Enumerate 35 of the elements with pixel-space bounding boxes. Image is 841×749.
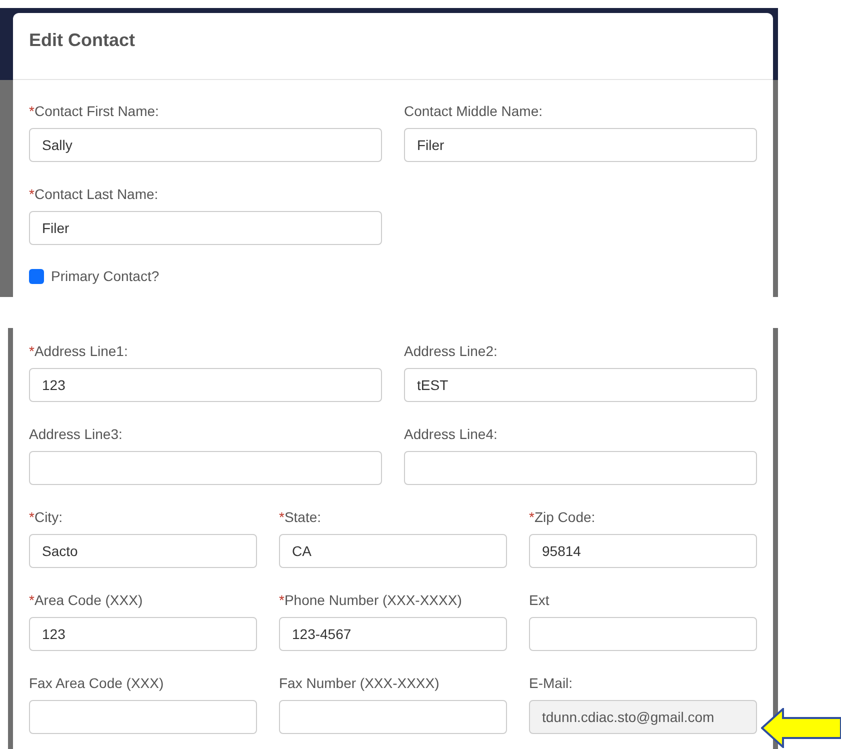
dialog-title: Edit Contact	[29, 29, 136, 51]
text-field[interactable]: 123	[29, 617, 257, 651]
text-field[interactable]: Sacto	[29, 534, 257, 568]
text-field[interactable]	[29, 700, 257, 734]
field-label: Address Line2:	[404, 342, 498, 360]
text-field[interactable]	[29, 451, 382, 485]
checkbox-label: Primary Contact?	[51, 267, 160, 286]
field-label: Fax Number (XXX-XXXX)	[279, 674, 440, 692]
field-label: E-Mail:	[529, 674, 574, 692]
field-label: *Phone Number (XXX-XXXX)	[279, 591, 463, 609]
text-field[interactable]: 123-4567	[279, 617, 507, 651]
text-field[interactable]: 95814	[529, 534, 757, 568]
text-field[interactable]: Filer	[29, 211, 382, 245]
field-label: Fax Area Code (XXX)	[29, 674, 165, 692]
text-field[interactable]	[404, 451, 757, 485]
field-label: *Address Line1:	[29, 342, 129, 360]
arrow-icon	[761, 708, 841, 748]
text-field[interactable]: CA	[279, 534, 507, 568]
text-field[interactable]: tEST	[404, 368, 757, 402]
field-label: *Zip Code:	[529, 508, 596, 526]
field-label: *Area Code (XXX)	[29, 591, 144, 609]
field-label: Address Line3:	[29, 425, 124, 443]
text-field[interactable]: Filer	[404, 128, 757, 162]
text-field[interactable]: 123	[29, 368, 382, 402]
text-field[interactable]	[529, 617, 757, 651]
field-label: Contact Middle Name:	[404, 102, 544, 120]
field-label: *Contact Last Name:	[29, 185, 160, 203]
checkbox[interactable]	[29, 269, 44, 284]
text-field[interactable]	[279, 700, 507, 734]
field-label: Address Line4:	[404, 425, 498, 443]
field-label: *City:	[29, 508, 64, 526]
field-label: *Contact First Name:	[29, 102, 160, 120]
field-label: *State:	[279, 508, 322, 526]
field-label: Ext	[529, 591, 550, 609]
text-field[interactable]: Sally	[29, 128, 382, 162]
